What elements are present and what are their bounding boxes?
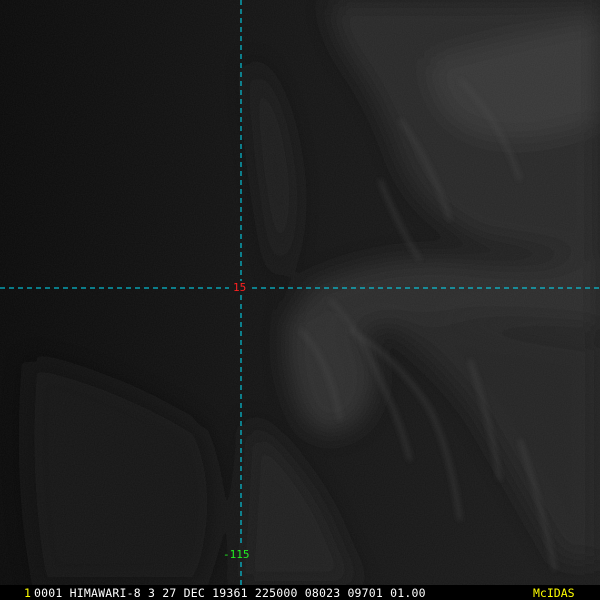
status-bar: 1 0001 HIMAWARI-8 3 27 DEC 19361 225000 … — [0, 585, 600, 600]
satellite-cloud-image — [0, 0, 600, 600]
mcidas-brand: McIDAS — [533, 586, 575, 600]
image-grain — [0, 0, 600, 600]
longitude-label: -115 — [223, 548, 250, 561]
frame-number: 1 — [24, 586, 31, 600]
latitude-label: 15 — [233, 281, 247, 294]
frame-info: 0001 HIMAWARI-8 3 27 DEC 19361 225000 08… — [34, 586, 426, 600]
satellite-viewer: 15 -115 1 0001 HIMAWARI-8 3 27 DEC 19361… — [0, 0, 600, 600]
